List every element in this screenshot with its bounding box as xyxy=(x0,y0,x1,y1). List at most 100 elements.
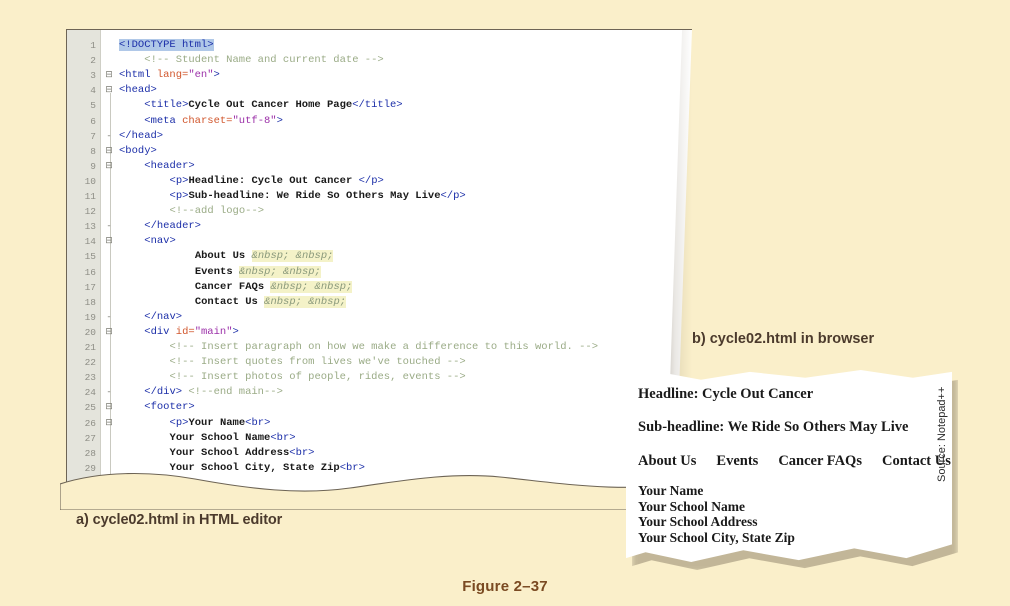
code-line[interactable]: 1 <!DOCTYPE html> xyxy=(66,38,692,53)
code-line[interactable]: 18 Contact Us &nbsp; &nbsp; xyxy=(66,295,692,310)
line-number: 9 xyxy=(90,160,96,172)
line-number: 1 xyxy=(90,40,96,51)
code-line[interactable]: 3 ⊟ <html lang="en"> xyxy=(66,68,692,83)
code-token-ent: &nbsp; &nbsp; xyxy=(251,250,334,263)
fold-end-icon[interactable]: - xyxy=(104,219,114,234)
code-line[interactable]: 6 <meta charset="utf-8"> xyxy=(66,114,692,129)
line-number: 28 xyxy=(84,447,96,459)
code-token-tag: <br> xyxy=(270,431,296,444)
fold-collapse-icon[interactable]: ⊟ xyxy=(104,159,114,174)
code-line[interactable]: 21 <!-- Insert paragraph on how we make a… xyxy=(66,340,692,355)
code-line[interactable]: 14 ⊟ <nav> xyxy=(66,234,692,249)
code-line[interactable]: 26 ⊟ <p>Your Name<br> xyxy=(66,416,692,431)
fold-end-icon[interactable]: - xyxy=(104,385,114,400)
code-token-ent: &nbsp; &nbsp; xyxy=(264,295,347,308)
code-line-text: <header> xyxy=(144,159,194,174)
code-line[interactable]: 16 Events &nbsp; &nbsp; xyxy=(66,265,692,280)
code-line-text: Contact Us &nbsp; &nbsp; xyxy=(195,295,347,310)
code-line[interactable]: 7- </head> xyxy=(66,129,692,144)
code-line-text: Your School Name<br> xyxy=(170,431,296,446)
code-line-text: <!DOCTYPE html> xyxy=(119,38,214,53)
code-line[interactable]: 30- </p> xyxy=(66,476,692,491)
caption-panel-a: a) cycle02.html in HTML editor xyxy=(76,512,283,528)
code-token-comment: <!--Call-to-Action: Links to Facebook, T… xyxy=(169,492,479,501)
code-line[interactable]: 23 <!-- Insert photos of people, rides, e… xyxy=(66,370,692,385)
code-line[interactable]: 11 <p>Sub-headline: We Ride So Others May… xyxy=(66,189,692,204)
code-line[interactable]: 9 ⊟ <header> xyxy=(66,159,692,174)
code-token-tag: <p> xyxy=(169,416,189,429)
line-number: 4 xyxy=(90,85,96,97)
line-number: 21 xyxy=(84,342,96,353)
line-number: 29 xyxy=(84,462,96,474)
fold-collapse-icon[interactable]: ⊟ xyxy=(104,400,114,415)
fold-collapse-icon[interactable]: ⊟ xyxy=(104,234,114,249)
code-line-text: <!-- Student Name and current date --> xyxy=(144,53,383,68)
code-line[interactable]: 2 <!-- Student Name and current date --> xyxy=(66,53,692,68)
code-line-text: Events &nbsp; &nbsp; xyxy=(195,265,321,280)
fold-collapse-icon[interactable]: ⊟ xyxy=(104,416,114,431)
fold-collapse-icon[interactable]: ⊟ xyxy=(104,325,114,340)
line-number: 11 xyxy=(84,191,96,202)
fold-end-icon[interactable]: - xyxy=(104,310,114,325)
code-line-text: <nav> xyxy=(144,234,176,249)
rendered-headline: Headline: Cycle Out Cancer xyxy=(638,386,814,402)
code-line[interactable]: 15 About Us &nbsp; &nbsp; xyxy=(66,249,692,264)
code-line-text: <p>Headline: Cycle Out Cancer </p> xyxy=(170,174,384,189)
code-token-tag: </p> xyxy=(169,476,195,489)
code-line[interactable]: 31 <!--Call-to-Action: Links to Facebook,… xyxy=(66,491,692,501)
code-line[interactable]: 29 Your School City, State Zip<br> xyxy=(66,461,692,476)
rendered-nav[interactable]: About Us Events Cancer FAQs Contact Us xyxy=(638,453,951,469)
code-token-attr: id= xyxy=(175,325,195,338)
line-number: 7 xyxy=(90,130,96,142)
code-line-text: Your School Address<br> xyxy=(170,446,315,461)
line-number: 15 xyxy=(84,251,96,263)
code-token-comment: <!-- Insert photos of people, rides, eve… xyxy=(169,371,466,384)
code-line-text: About Us &nbsp; &nbsp; xyxy=(195,249,334,264)
code-line[interactable]: 20 ⊟ <div id="main"> xyxy=(66,325,692,340)
line-number: 20 xyxy=(84,326,96,338)
code-line-text: </header> xyxy=(144,219,201,234)
code-token-tag: <header> xyxy=(144,159,195,172)
line-number: 26 xyxy=(84,417,96,429)
code-line[interactable]: 25 ⊟ <footer> xyxy=(66,400,692,415)
browser-nav-item-3[interactable]: Cancer FAQs xyxy=(778,453,862,469)
line-number: 18 xyxy=(84,296,96,308)
code-line[interactable]: 10 <p>Headline: Cycle Out Cancer </p> xyxy=(66,174,692,189)
code-line-text: <html lang="en"> xyxy=(119,68,220,83)
code-line[interactable]: 17 Cancer FAQs &nbsp; &nbsp; xyxy=(66,280,692,295)
code-line-text: <!-- Insert paragraph on how we make a d… xyxy=(170,340,598,355)
code-token-attr: lang= xyxy=(156,69,189,82)
fold-collapse-icon[interactable]: ⊟ xyxy=(104,83,114,98)
source-credit-label: Source: Notepad++ xyxy=(936,386,948,482)
line-number: 14 xyxy=(84,236,96,248)
code-line[interactable]: 22 <!-- Insert quotes from lives we've to… xyxy=(66,355,692,370)
line-number: 31 xyxy=(84,493,96,501)
code-line[interactable]: 24- </div> <!--end main--> xyxy=(66,385,692,400)
line-number: 10 xyxy=(84,175,96,187)
code-line[interactable]: 28 Your School Address<br> xyxy=(66,446,692,461)
code-token-txt: Events xyxy=(194,265,239,278)
code-line[interactable]: 27 Your School Name<br> xyxy=(66,431,692,446)
fold-collapse-icon[interactable]: ⊟ xyxy=(104,144,114,159)
code-token-txt: Sub-headline: We Ride So Others May Live xyxy=(188,190,441,202)
code-line-text: Cancer FAQs &nbsp; &nbsp; xyxy=(195,280,353,295)
fold-collapse-icon[interactable]: ⊟ xyxy=(104,68,114,83)
code-line[interactable]: 12 <!--add logo--> xyxy=(66,204,692,219)
fold-end-icon[interactable]: - xyxy=(104,129,114,144)
code-token-tag: <p> xyxy=(169,174,189,187)
code-line-text: <head> xyxy=(119,83,157,98)
code-line[interactable]: 13- </header> xyxy=(66,219,692,234)
code-line[interactable]: 5 <title>Cycle Out Cancer Home Page</titl… xyxy=(66,98,692,113)
code-line[interactable]: 8 ⊟ <body> xyxy=(66,144,692,159)
browser-nav-item-1[interactable]: About Us xyxy=(638,453,696,469)
code-line[interactable]: 19- </nav> xyxy=(66,310,692,325)
code-token-txt: Cancer FAQs xyxy=(194,280,271,293)
code-line-text: <div id="main"> xyxy=(144,325,239,340)
fold-end-icon[interactable]: - xyxy=(104,476,114,491)
code-line-text: </head> xyxy=(119,129,163,144)
code-token-tag: </p> xyxy=(440,190,466,202)
line-number: 27 xyxy=(84,432,96,444)
caption-panel-b: b) cycle02.html in browser xyxy=(692,331,875,347)
browser-nav-item-2[interactable]: Events xyxy=(716,453,758,469)
code-line[interactable]: 4 ⊟ <head> xyxy=(66,83,692,98)
